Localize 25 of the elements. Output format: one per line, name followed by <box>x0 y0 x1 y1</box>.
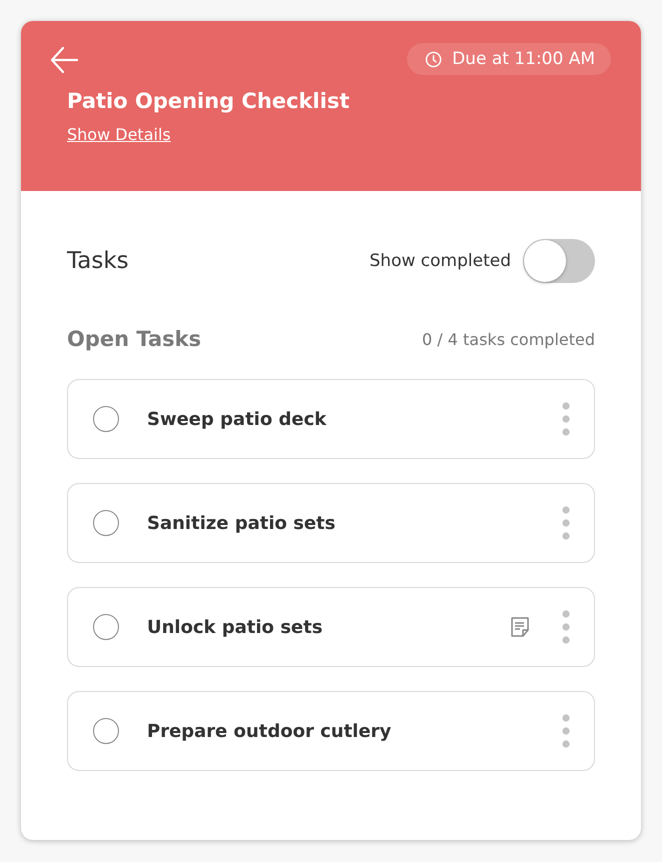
task-name: Sanitize patio sets <box>147 512 336 534</box>
due-time: Due at 11:00 AM <box>452 49 595 69</box>
task-checkbox[interactable] <box>93 510 119 536</box>
task-checkbox[interactable] <box>93 614 119 640</box>
more-icon[interactable] <box>562 402 570 436</box>
task-name: Prepare outdoor cutlery <box>147 720 392 742</box>
section-title: Tasks <box>67 248 129 274</box>
checklist-title: Patio Opening Checklist <box>67 89 350 113</box>
toggle-label: Show completed <box>370 251 511 271</box>
more-icon[interactable] <box>562 506 570 540</box>
clock-icon <box>425 50 442 68</box>
task-checkbox[interactable] <box>93 406 119 432</box>
progress-text: 0 / 4 tasks completed <box>422 330 595 348</box>
task-item[interactable]: Sweep patio deck <box>67 379 595 459</box>
task-item[interactable]: Unlock patio sets <box>67 587 595 667</box>
show-completed-toggle[interactable] <box>523 239 595 283</box>
task-item[interactable]: Sanitize patio sets <box>67 483 595 563</box>
task-name: Unlock patio sets <box>147 616 324 638</box>
task-name: Sweep patio deck <box>147 408 328 430</box>
task-checkbox[interactable] <box>93 718 119 744</box>
task-item[interactable]: Prepare outdoor cutlery <box>67 691 595 771</box>
subsection-title: Open Tasks <box>67 327 202 351</box>
more-icon[interactable] <box>562 610 570 644</box>
back-icon[interactable] <box>49 45 79 75</box>
more-icon[interactable] <box>562 714 570 748</box>
